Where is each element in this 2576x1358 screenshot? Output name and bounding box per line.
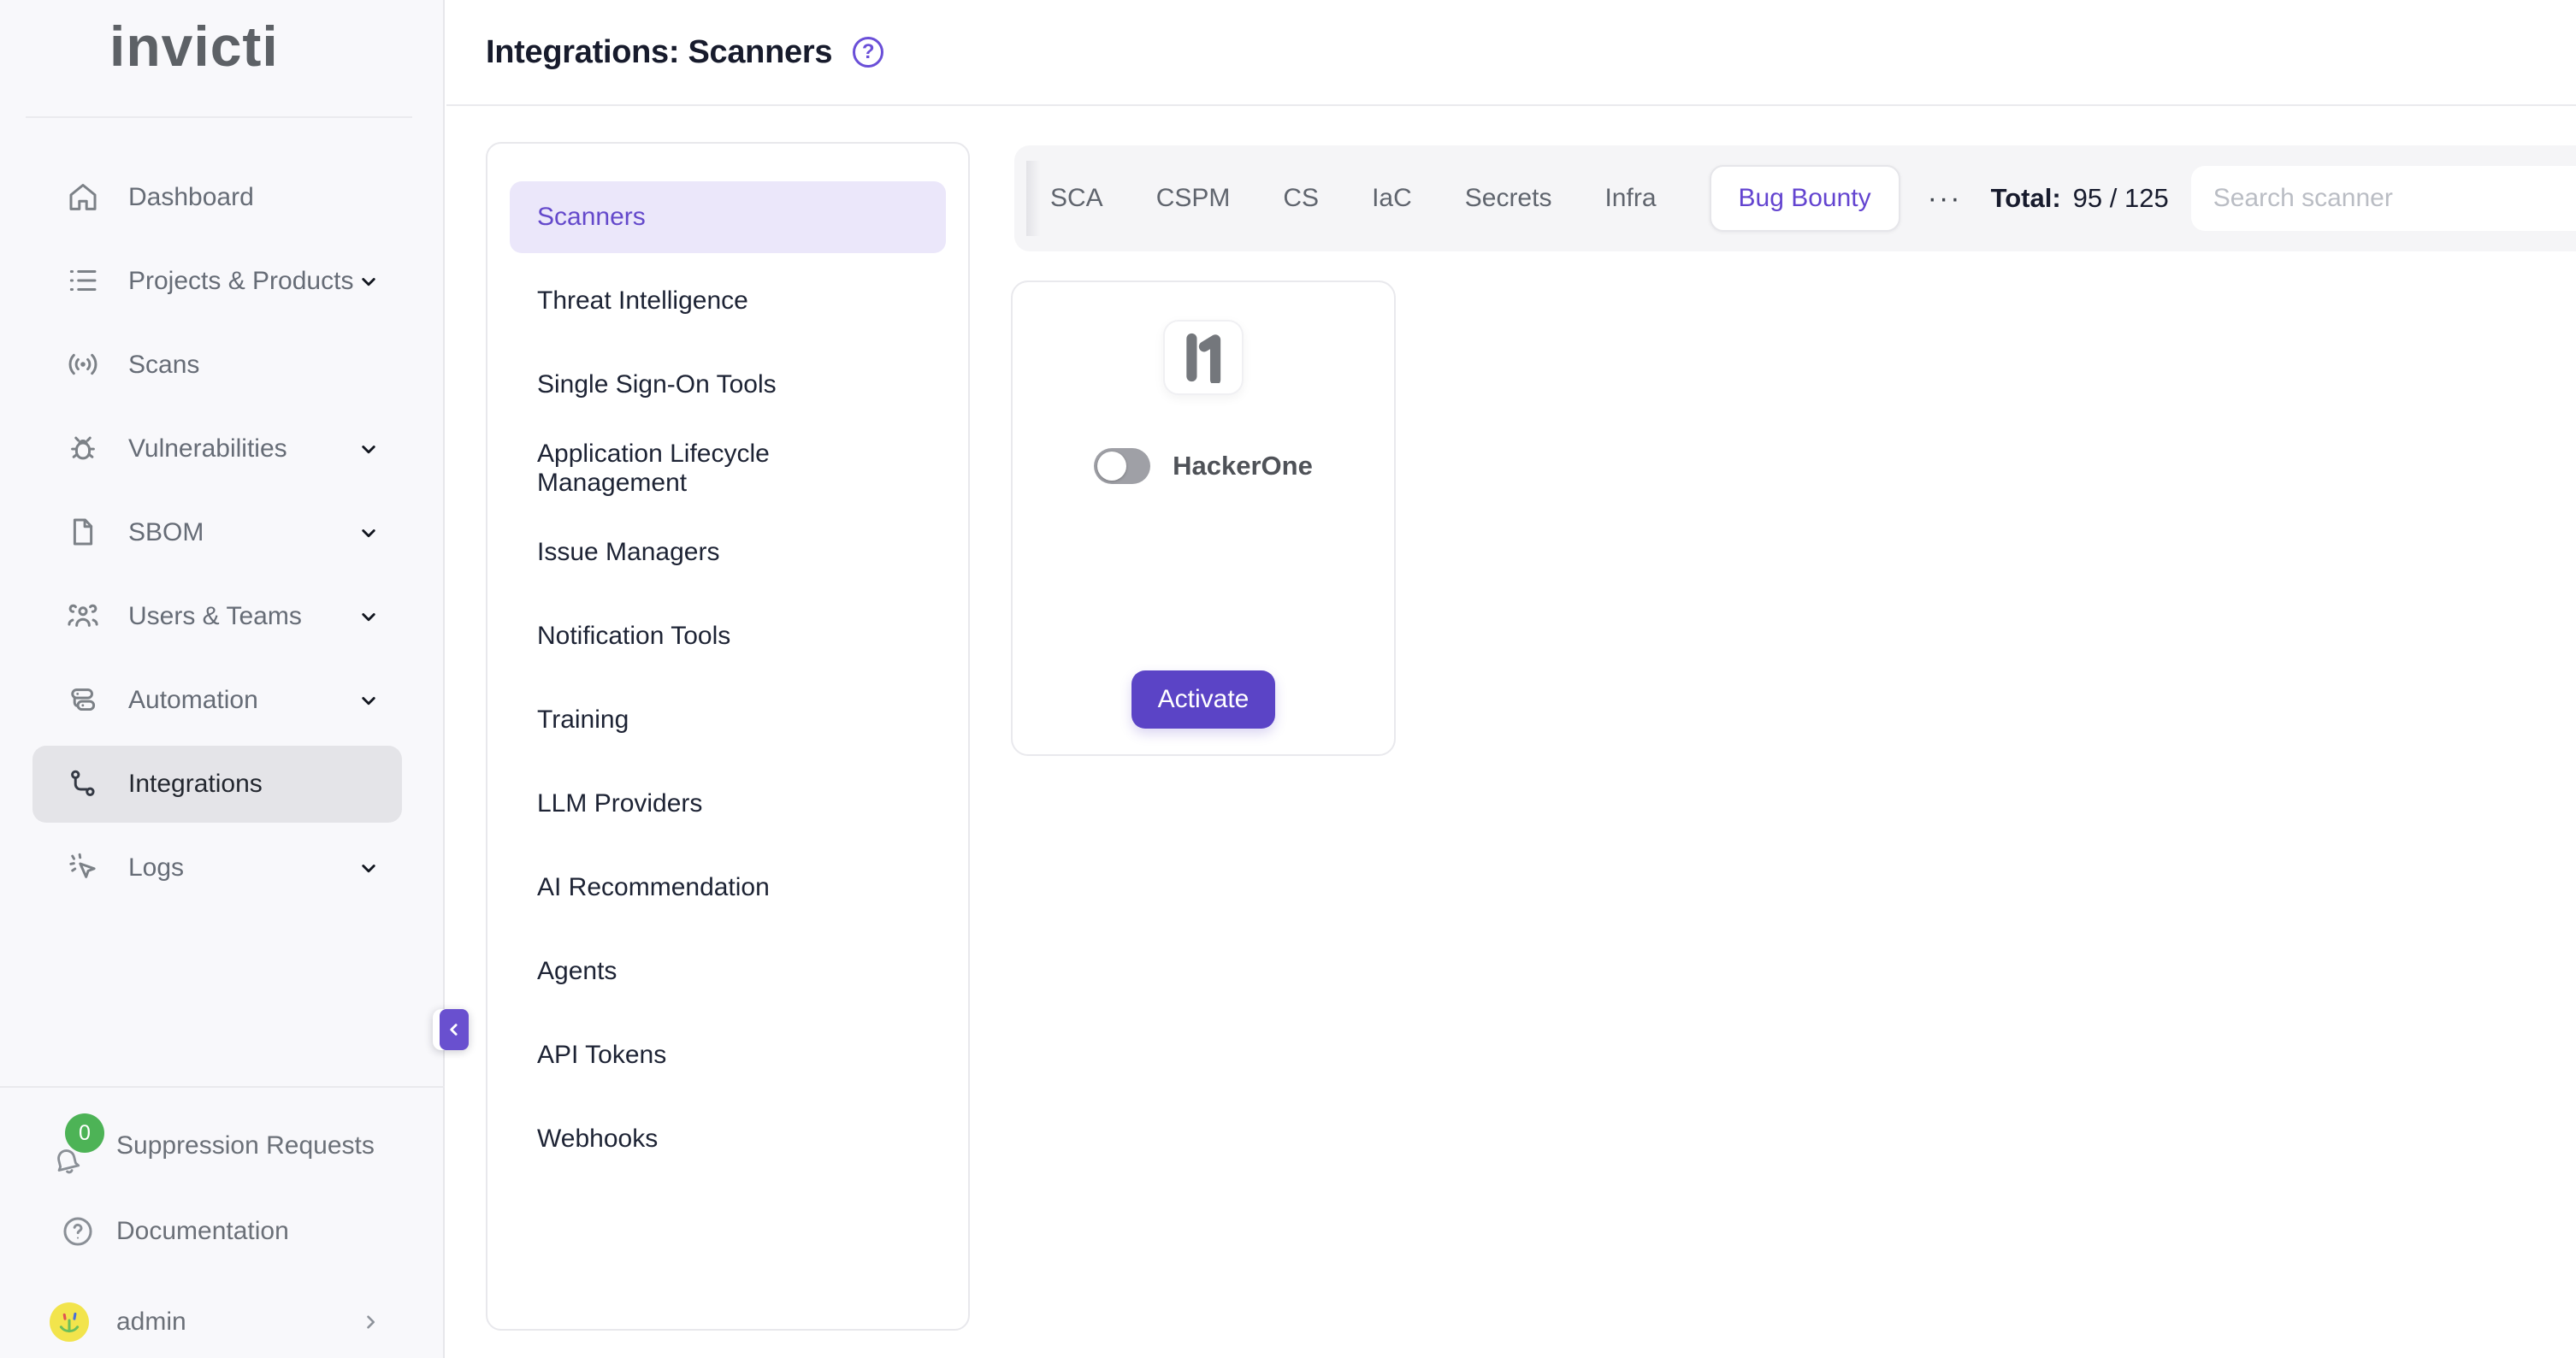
scan-waves-icon — [65, 346, 103, 384]
bug-icon — [65, 430, 103, 468]
menu-item-application-lifecycle-management[interactable]: Application Lifecycle Management — [510, 433, 946, 505]
sidebar-collapse-button[interactable] — [433, 1009, 469, 1050]
menu-item-api-tokens[interactable]: API Tokens — [510, 1019, 946, 1091]
chevron-down-icon — [356, 688, 381, 713]
sidebar: invicti Dashboard Projects & Products Sc… — [0, 0, 445, 1358]
chevron-down-icon — [356, 604, 381, 629]
page-title: Integrations: Scanners — [486, 34, 832, 71]
activate-button[interactable]: Activate — [1131, 670, 1275, 729]
sidebar-item-admin[interactable]: admin — [0, 1281, 445, 1358]
help-circle-icon — [60, 1213, 96, 1249]
list-icon — [65, 263, 103, 300]
toggle-knob — [1097, 452, 1126, 481]
page-help-icon[interactable]: ? — [853, 37, 883, 68]
sidebar-item-dashboard[interactable]: Dashboard — [0, 156, 443, 239]
bell-icon: 0 — [50, 1113, 121, 1178]
menu-item-notification-tools[interactable]: Notification Tools — [510, 600, 946, 672]
pointer-click-icon — [65, 849, 103, 887]
menu-item-threat-intelligence[interactable]: Threat Intelligence — [510, 265, 946, 337]
tab-secrets[interactable]: Secrets — [1465, 184, 1552, 213]
sidebar-bottom-divider — [0, 1086, 445, 1088]
chevron-down-icon — [356, 436, 381, 462]
integrations-menu-panel: Scanners Threat Intelligence Single Sign… — [486, 142, 970, 1331]
suppression-count-badge: 0 — [65, 1113, 104, 1153]
tabs-more-button[interactable]: ··· — [1928, 182, 1962, 216]
chevron-down-icon — [356, 269, 381, 294]
scanner-tabs-bar: SCA CSPM CS IaC Secrets Infra Bug Bounty… — [1014, 145, 2576, 251]
sidebar-item-vulnerabilities[interactable]: Vulnerabilities — [0, 407, 443, 491]
sidebar-item-label: Projects & Products — [128, 267, 353, 296]
scanner-total-label: Total: — [1991, 183, 2061, 213]
sidebar-item-projects-products[interactable]: Projects & Products — [0, 239, 443, 323]
sidebar-item-label: admin — [116, 1308, 186, 1337]
hackerone-toggle[interactable] — [1094, 448, 1150, 484]
admin-avatar — [50, 1302, 89, 1342]
menu-item-ai-recommendation[interactable]: AI Recommendation — [510, 852, 946, 924]
sidebar-item-logs[interactable]: Logs — [0, 826, 443, 910]
sidebar-item-label: Logs — [128, 853, 184, 883]
sidebar-nav: Dashboard Projects & Products Scans Vuln… — [0, 156, 443, 910]
sidebar-item-suppression-requests[interactable]: 0 Suppression Requests — [0, 1105, 445, 1187]
sidebar-item-sbom[interactable]: SBOM — [0, 491, 443, 575]
sidebar-item-documentation[interactable]: Documentation — [0, 1190, 445, 1272]
scanner-total-value: 95 / 125 — [2073, 183, 2169, 213]
logo-divider — [26, 116, 412, 118]
tab-sca[interactable]: SCA — [1050, 184, 1103, 213]
sidebar-item-automation[interactable]: Automation — [0, 658, 443, 742]
sidebar-item-label: Dashboard — [128, 183, 254, 212]
scanner-toggle-row: HackerOne — [1013, 448, 1394, 484]
hackerone-logo — [1163, 320, 1244, 395]
sidebar-item-label: SBOM — [128, 518, 204, 547]
chevron-right-icon — [357, 1309, 383, 1335]
scanner-search — [2191, 166, 2576, 231]
invicti-logo: invicti — [109, 14, 279, 79]
tab-infra[interactable]: Infra — [1604, 184, 1656, 213]
chevron-left-icon — [440, 1009, 469, 1050]
tab-bug-bounty[interactable]: Bug Bounty — [1710, 165, 1900, 232]
menu-item-issue-managers[interactable]: Issue Managers — [510, 517, 946, 588]
chevron-down-icon — [356, 520, 381, 546]
tab-iac[interactable]: IaC — [1372, 184, 1412, 213]
scanner-card-hackerone: HackerOne Activate — [1011, 280, 1396, 756]
sidebar-item-users-teams[interactable]: Users & Teams — [0, 575, 443, 658]
search-scanner-input[interactable] — [2191, 166, 2566, 231]
menu-item-training[interactable]: Training — [510, 684, 946, 756]
sidebar-item-label: Integrations — [128, 770, 263, 799]
scanner-name: HackerOne — [1173, 451, 1313, 481]
users-icon — [65, 598, 103, 635]
integrations-icon — [65, 765, 103, 803]
menu-item-agents[interactable]: Agents — [510, 936, 946, 1007]
menu-item-webhooks[interactable]: Webhooks — [510, 1103, 946, 1175]
automation-icon — [65, 682, 103, 719]
tab-cspm[interactable]: CSPM — [1156, 184, 1231, 213]
sidebar-item-scans[interactable]: Scans — [0, 323, 443, 407]
sidebar-item-integrations[interactable]: Integrations — [32, 746, 402, 823]
sidebar-item-label: Automation — [128, 686, 258, 715]
sidebar-item-label: Vulnerabilities — [128, 434, 287, 463]
sidebar-item-label: Documentation — [116, 1217, 289, 1246]
scanner-total: Total: 95 / 125 — [1991, 183, 2169, 214]
document-icon — [65, 514, 103, 552]
chevron-down-icon — [356, 855, 381, 881]
menu-item-llm-providers[interactable]: LLM Providers — [510, 768, 946, 840]
page-header: Integrations: Scanners ? — [446, 0, 2576, 106]
tab-cs[interactable]: CS — [1283, 184, 1319, 213]
menu-item-single-sign-on-tools[interactable]: Single Sign-On Tools — [510, 349, 946, 421]
menu-item-scanners[interactable]: Scanners — [510, 181, 946, 253]
tabs-overflow-shadow — [1026, 161, 1040, 236]
sidebar-item-label: Scans — [128, 351, 199, 380]
sidebar-item-label: Users & Teams — [128, 602, 302, 631]
home-icon — [65, 179, 103, 216]
sidebar-item-label: Suppression Requests — [116, 1131, 375, 1160]
search-button[interactable] — [2566, 166, 2576, 231]
